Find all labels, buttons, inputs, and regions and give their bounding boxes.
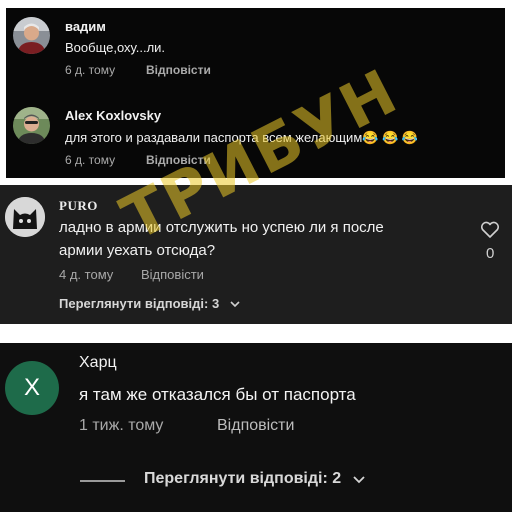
avatar[interactable]: X	[5, 361, 59, 415]
avatar[interactable]	[13, 17, 50, 54]
comment-time: 6 д. тому	[65, 63, 116, 77]
comment-author[interactable]: Харц	[79, 354, 117, 372]
like-heart-icon[interactable]	[480, 221, 500, 239]
avatar[interactable]	[5, 197, 45, 237]
comment-time: 6 д. тому	[65, 153, 116, 167]
comment-author[interactable]: вадим	[65, 19, 106, 34]
reply-button[interactable]: Відповісти	[146, 153, 211, 167]
avatar-letter: X	[23, 374, 40, 401]
view-replies-label: Переглянути відповіді: 2	[144, 470, 342, 487]
comment-text: Вообще,оху...ли.	[65, 40, 166, 55]
comment-time: 1 тиж. тому	[79, 417, 164, 434]
comment-text: для этого и раздавали паспорта всем жела…	[65, 130, 419, 145]
comment-panel-3: X Харц я там же отказался бы от паспорта…	[0, 343, 512, 512]
avatar[interactable]	[13, 107, 50, 144]
reply-button[interactable]: Відповісти	[217, 417, 294, 435]
view-replies-button[interactable]: Переглянути відповіді: 2	[144, 470, 366, 488]
chevron-down-icon	[230, 301, 240, 307]
comment-text-line-1: ладно в армии отслужить но успею ли я по…	[59, 219, 384, 236]
chevron-down-icon	[352, 476, 365, 484]
like-count: 0	[486, 245, 495, 262]
reply-button[interactable]: Відповісти	[141, 267, 204, 282]
comment-text: я там же отказался бы от паспорта	[79, 385, 356, 404]
view-replies-label: Переглянути відповіді: 3	[59, 296, 220, 311]
view-replies-button[interactable]: Переглянути відповіді: 3	[59, 295, 241, 313]
replies-divider	[80, 480, 125, 482]
comment-panel-2: PURO ладно в армии отслужить но успею ли…	[0, 185, 512, 324]
comment-panel-1: вадим Вообще,оху...ли. 6 д. тому Відпові…	[6, 8, 505, 178]
comment-author[interactable]: PURO	[59, 198, 98, 214]
comment-author[interactable]: Alex Koxlovsky	[65, 108, 161, 123]
comment-text-line-2: армии уехать отсюда?	[59, 242, 216, 259]
reply-button[interactable]: Відповісти	[146, 63, 211, 77]
comment-time: 4 д. тому	[59, 267, 114, 282]
